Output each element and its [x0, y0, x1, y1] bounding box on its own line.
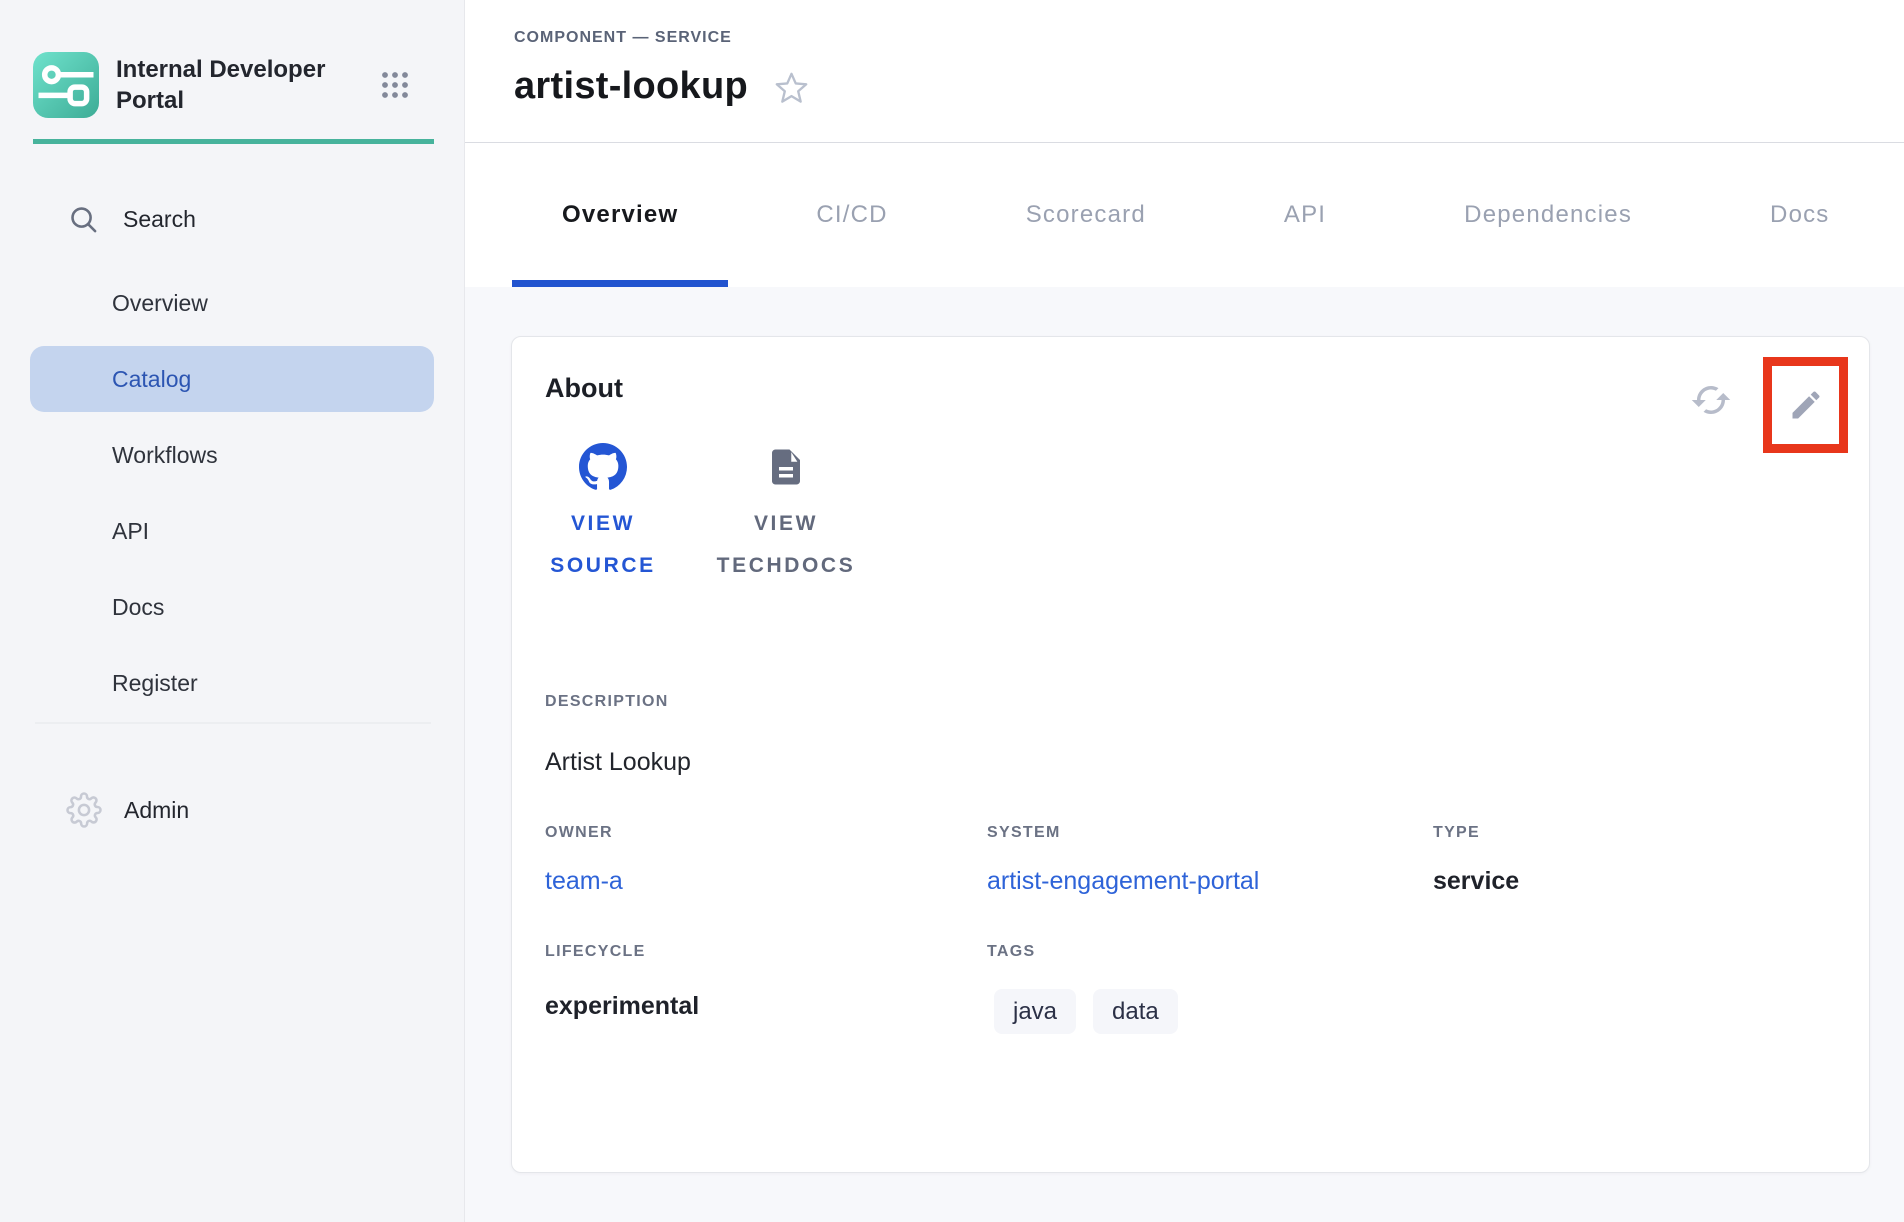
- sidebar-nav: Overview Catalog Workflows API Docs Regi…: [0, 265, 464, 721]
- view-techdocs-label: VIEW TECHDOCS: [708, 503, 864, 587]
- system-link[interactable]: artist-engagement-portal: [987, 866, 1259, 896]
- tag-chip: data: [1093, 989, 1178, 1034]
- tab-cicd[interactable]: CI/CD: [766, 143, 937, 287]
- owner-label: OWNER: [545, 824, 613, 842]
- view-source-link[interactable]: VIEW SOURCE: [545, 441, 661, 587]
- sidebar-item-docs[interactable]: Docs: [0, 569, 464, 645]
- sidebar-item-label: Catalog: [112, 366, 191, 393]
- github-icon: [579, 443, 627, 491]
- sidebar: Internal Developer Portal Search Overvie…: [0, 0, 465, 1222]
- sidebar-item-label: Workflows: [112, 442, 218, 469]
- tab-overview[interactable]: Overview: [512, 143, 728, 287]
- tab-api[interactable]: API: [1234, 143, 1376, 287]
- favorite-star-button[interactable]: [774, 70, 809, 105]
- system-label: SYSTEM: [987, 824, 1061, 842]
- tab-label: Scorecard: [1026, 201, 1146, 229]
- lifecycle-label: LIFECYCLE: [545, 943, 646, 961]
- tab-dependencies[interactable]: Dependencies: [1414, 143, 1682, 287]
- type-value: service: [1433, 866, 1519, 896]
- owner-link[interactable]: team-a: [545, 866, 623, 896]
- sidebar-search[interactable]: Search: [0, 196, 464, 242]
- app-title: Internal Developer Portal: [116, 54, 341, 116]
- tab-label: CI/CD: [816, 201, 887, 229]
- main-area: COMPONENT — SERVICE artist-lookup Overvi…: [465, 0, 1904, 1222]
- breadcrumb: COMPONENT — SERVICE: [514, 29, 732, 47]
- app-logo-icon: [33, 52, 99, 118]
- sidebar-admin-label: Admin: [124, 797, 189, 824]
- view-source-label: VIEW SOURCE: [545, 503, 661, 587]
- sidebar-item-api[interactable]: API: [0, 493, 464, 569]
- entity-tabs: Overview CI/CD Scorecard API Dependencie…: [465, 143, 1904, 287]
- refresh-icon[interactable]: [1690, 379, 1732, 421]
- sidebar-section-divider: [35, 722, 431, 724]
- tab-label: API: [1284, 201, 1326, 229]
- sidebar-item-catalog[interactable]: Catalog: [30, 346, 434, 412]
- lifecycle-value: experimental: [545, 991, 699, 1021]
- document-icon: [765, 446, 807, 488]
- page-title: artist-lookup: [514, 64, 748, 108]
- apps-grid-icon[interactable]: [380, 70, 410, 100]
- annotation-highlight: [1763, 357, 1848, 453]
- type-label: TYPE: [1433, 824, 1480, 842]
- app-root: Internal Developer Portal Search Overvie…: [0, 0, 1904, 1222]
- sidebar-search-label: Search: [123, 206, 196, 233]
- card-title: About: [545, 373, 623, 404]
- tags-row: java data: [994, 989, 1178, 1034]
- sidebar-item-label: Register: [112, 670, 198, 697]
- tab-label: Overview: [562, 201, 678, 229]
- sidebar-item-overview[interactable]: Overview: [0, 265, 464, 341]
- brand: Internal Developer Portal: [33, 52, 341, 118]
- about-card: About VIEW SOURCE: [511, 336, 1870, 1173]
- view-techdocs-link[interactable]: VIEW TECHDOCS: [708, 441, 864, 587]
- sidebar-item-register[interactable]: Register: [0, 645, 464, 721]
- brand-accent-divider: [33, 139, 434, 144]
- description-value: Artist Lookup: [545, 747, 691, 777]
- gear-icon: [66, 792, 102, 828]
- tab-label: Dependencies: [1464, 201, 1632, 229]
- tag-chip: java: [994, 989, 1076, 1034]
- edit-pencil-icon[interactable]: [1788, 387, 1824, 423]
- tab-docs[interactable]: Docs: [1720, 143, 1879, 287]
- sidebar-item-workflows[interactable]: Workflows: [0, 417, 464, 493]
- description-label: DESCRIPTION: [545, 693, 669, 711]
- entity-header: COMPONENT — SERVICE artist-lookup: [465, 0, 1904, 143]
- tab-content: About VIEW SOURCE: [465, 287, 1904, 1222]
- sidebar-item-label: API: [112, 518, 149, 545]
- sidebar-item-label: Overview: [112, 290, 208, 317]
- search-icon: [68, 204, 99, 235]
- tab-scorecard[interactable]: Scorecard: [976, 143, 1196, 287]
- tab-label: Docs: [1770, 201, 1829, 229]
- sidebar-item-label: Docs: [112, 594, 164, 621]
- sidebar-item-admin[interactable]: Admin: [0, 772, 464, 848]
- tags-label: TAGS: [987, 943, 1035, 961]
